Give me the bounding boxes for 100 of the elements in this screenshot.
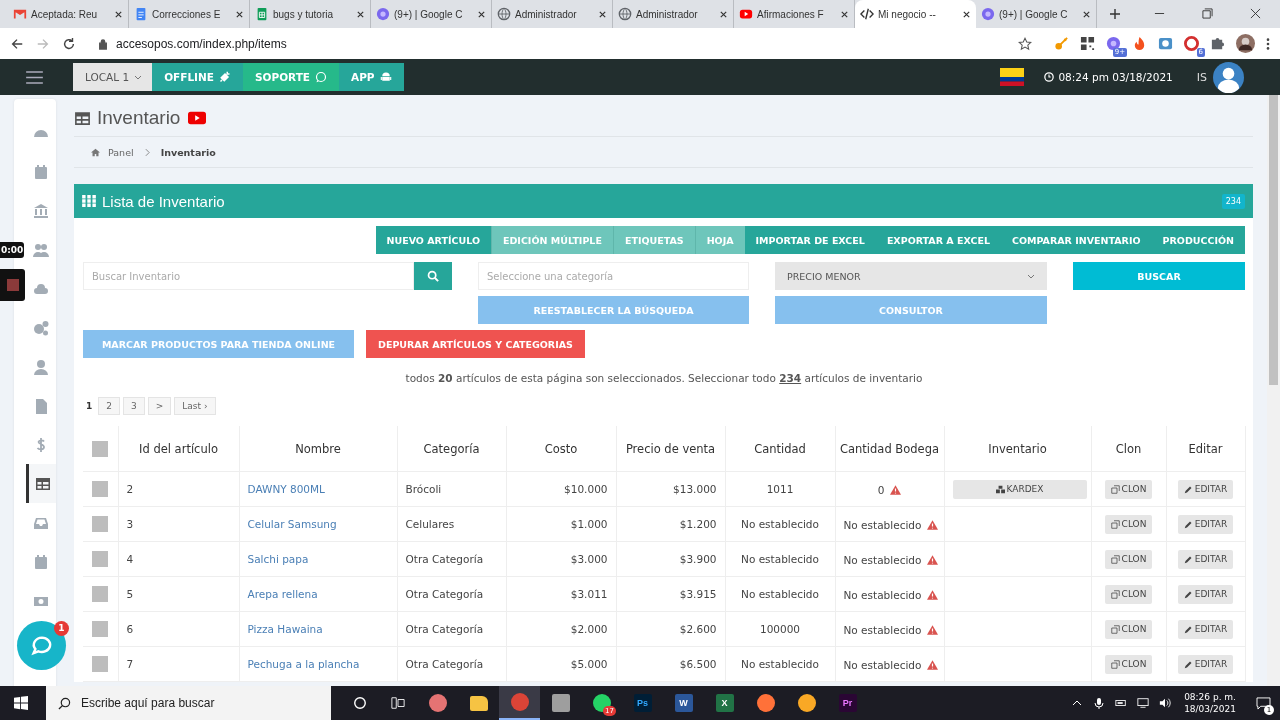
location-dropdown[interactable]: LOCAL 1 [73,63,153,91]
flame-icon[interactable] [1132,36,1147,51]
copy-icon [1110,659,1120,669]
notification-icon[interactable] [1255,696,1271,710]
item-link[interactable]: DAWNY 800ML [247,483,325,495]
taskbar-app[interactable]: Ps [622,686,663,720]
page-link[interactable]: Last › [174,397,216,415]
clone-button[interactable]: CLON [1104,654,1153,674]
clone-button[interactable]: CLON [1104,584,1153,604]
clone-button[interactable]: CLON [1104,514,1153,534]
close-icon[interactable] [962,9,971,19]
checkbox[interactable] [92,516,109,532]
checkbox[interactable] [92,481,109,497]
select-all-link[interactable]: 234 [779,372,802,384]
page-link[interactable]: > [147,397,172,415]
taskbar-app[interactable]: Pr [827,686,868,720]
qr-code-icon[interactable] [1080,36,1095,51]
clone-button[interactable]: CLON [1104,619,1153,639]
category-field[interactable]: Seleccione una categoría [478,262,749,290]
taskbar-app[interactable]: X [704,686,745,720]
reload-icon[interactable] [62,36,76,51]
checkbox[interactable] [92,440,109,457]
windows-icon[interactable] [14,696,28,710]
chevron-icon [144,147,150,157]
stop-icon [6,279,19,291]
menu-icon[interactable] [1266,36,1270,51]
table-cell: 1011 [725,471,835,507]
close-icon[interactable] [1250,8,1261,19]
checkbox[interactable] [92,656,109,672]
address-field[interactable]: accesopos.com/index.php/items [88,31,1042,56]
checkbox[interactable] [92,621,109,637]
checkbox[interactable] [92,586,109,602]
gears-icon [33,319,49,336]
close-icon[interactable] [235,9,244,19]
pencil-icon [1183,624,1193,634]
column-header: Nombre [239,426,397,472]
avatar-icon[interactable] [1213,61,1244,93]
close-icon[interactable] [598,9,607,19]
home-icon [91,147,100,157]
close-icon[interactable] [114,9,123,19]
network-icon[interactable] [1137,697,1150,709]
menu-icon[interactable] [26,70,43,84]
column-header: Cantidad [725,426,835,472]
back-icon[interactable] [10,36,24,51]
microphone-icon[interactable] [1093,697,1106,709]
play-icon[interactable] [188,111,207,125]
item-link[interactable]: Pizza Hawaina [247,623,323,635]
table-cell: $3.000 [506,541,616,577]
clone-button[interactable]: CLON [1104,479,1153,499]
stop-button[interactable] [0,269,25,301]
page-link[interactable]: 1 [83,397,96,415]
puzzle-icon[interactable] [1210,36,1225,51]
item-link[interactable]: Celular Samsung [247,518,337,530]
maximize-icon[interactable] [1202,8,1213,19]
taskbar-app[interactable] [499,686,540,720]
volume-icon[interactable] [1159,697,1172,709]
edit-button[interactable]: EDITAR [1177,619,1234,639]
checkbox[interactable] [92,551,109,567]
column-header: Inventario [944,426,1091,472]
battery-icon[interactable] [1115,697,1128,709]
star-icon[interactable] [1018,36,1032,51]
edit-button[interactable]: EDITAR [1177,584,1234,604]
count-badge: 234 [1221,193,1245,209]
edit-button[interactable]: EDITAR [1177,549,1234,569]
lock-icon [98,37,108,50]
search-button[interactable] [414,262,452,290]
scrollbar[interactable] [1267,95,1280,686]
table-cell: Celulares [397,506,506,542]
edit-button[interactable]: EDITAR [1177,654,1234,674]
grid-icon [82,195,96,207]
avatar-icon[interactable] [1236,34,1255,53]
purge-button[interactable]: DEPURAR ARTÍCULOS Y CATEGORIAS [366,330,585,358]
close-icon[interactable] [477,9,486,19]
plus-icon[interactable] [1109,8,1121,20]
item-link[interactable]: Arepa rellena [247,588,318,600]
table-cell: No establecido [725,646,835,682]
edit-button[interactable]: EDITAR [1177,479,1234,499]
task-view-icon[interactable] [391,696,405,710]
kardex-button[interactable]: KARDEX [952,479,1087,499]
browser-tab[interactable]: Mi negocio -- [855,0,976,28]
item-link[interactable]: Salchi papa [247,553,309,565]
close-icon[interactable] [840,9,849,19]
breadcrumb-link[interactable]: Panel [108,146,134,158]
camera-icon[interactable] [1158,36,1173,51]
page-link[interactable]: 3 [123,397,145,415]
taskbar-search-field[interactable]: Escribe aquí para buscar [46,686,331,720]
sidebar-item[interactable] [26,464,56,503]
warehouse-quantity: 0 [877,483,885,496]
close-icon[interactable] [719,9,728,19]
taskbar-app[interactable]: W [663,686,704,720]
column-header: Costo [506,426,616,472]
clone-button[interactable]: CLON [1104,549,1153,569]
close-icon[interactable] [1082,9,1091,19]
search-field[interactable]: Buscar Inventario [83,262,414,290]
edit-button[interactable]: EDITAR [1177,514,1234,534]
warehouse-quantity: No establecido [843,623,922,636]
page-link[interactable]: 2 [98,397,120,415]
flower-icon[interactable] [1106,36,1121,51]
close-icon[interactable] [356,9,365,19]
sort-dropdown[interactable]: PRECIO MENOR [775,262,1047,290]
